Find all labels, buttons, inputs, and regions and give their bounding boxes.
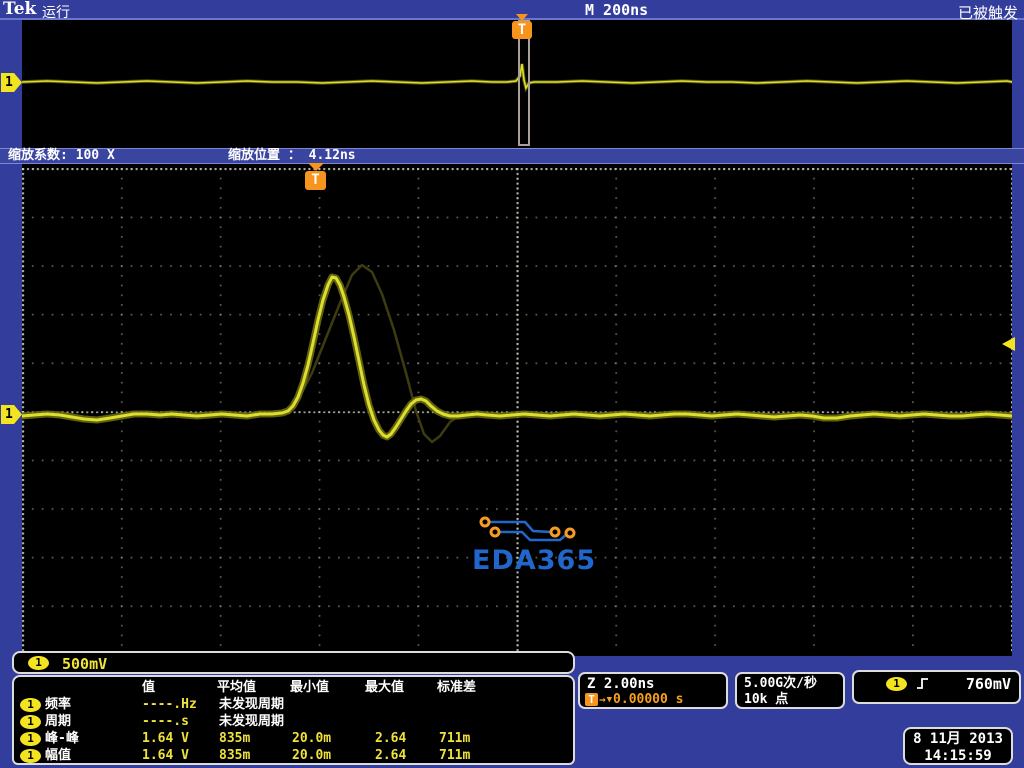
zoom-timebase-readout[interactable]: Z 2.00ns T → ▼ 0.00000 s xyxy=(578,672,728,709)
measurement-min: 20.0m xyxy=(292,748,332,763)
main-timebase-readout: M 200ns xyxy=(585,1,649,19)
oscilloscope-screen: Tek 运行 M 200ns 已被触发 T 1 缩放系数: 100 X 缩放位置… xyxy=(0,0,1024,768)
time-value: 14:15:59 xyxy=(924,748,992,764)
measurement-stddev: 711m xyxy=(439,748,471,763)
measurement-name: 幅值 xyxy=(45,748,72,763)
measurement-row-pkpk: 1 峰-峰 1.64 V 835m 20.0m 2.64 711m xyxy=(14,731,573,747)
zoom-trigger-marker[interactable]: T xyxy=(305,163,326,190)
trigger-triangle-icon xyxy=(307,163,324,171)
date-value: 8 11月 2013 xyxy=(913,731,1003,747)
measurement-min: 20.0m xyxy=(292,731,332,746)
col-header-stddev: 标准差 xyxy=(437,680,477,695)
measurement-name: 峰-峰 xyxy=(45,731,79,746)
measurement-value: ----.Hz xyxy=(142,697,197,712)
zoom-scale-value: Z 2.00ns xyxy=(587,676,655,692)
measurement-max: 2.64 xyxy=(375,748,407,763)
triangle-down-icon: ▼ xyxy=(606,694,613,705)
overview-trace xyxy=(22,63,1012,93)
trigger-level-arrow-icon[interactable] xyxy=(1002,337,1015,351)
measurement-panel: 值 平均值 最小值 最大值 标准差 1 频率 ----.Hz 未发现周期 1 周… xyxy=(12,675,575,765)
measurement-value: ----.s xyxy=(142,714,189,729)
record-length-value: 10k 点 xyxy=(744,692,789,707)
channel1-badge: 1 xyxy=(20,732,41,746)
trigger-t-icon: T xyxy=(305,171,326,190)
zoom-waveform-area: EDA365 xyxy=(22,164,1012,656)
zoom-factor-readout: 缩放系数: 100 X xyxy=(8,148,115,163)
measurement-header-row: 值 平均值 最小值 最大值 标准差 xyxy=(14,680,573,696)
channel1-trace xyxy=(22,273,1012,441)
channel1-badge: 1 xyxy=(28,656,49,670)
measurement-stddev: 711m xyxy=(439,731,471,746)
measurement-note: 未发现周期 xyxy=(219,714,285,729)
trigger-triangle-icon xyxy=(516,14,528,21)
horizontal-position-value: 0.00000 s xyxy=(613,692,684,707)
sample-rate-value: 5.00G次/秒 xyxy=(744,676,817,691)
arrow-right-icon: → xyxy=(599,693,606,706)
channel1-badge: 1 xyxy=(20,698,41,712)
overview-waveform-area xyxy=(22,20,1012,148)
measurement-name: 频率 xyxy=(45,697,72,712)
trigger-t-icon: T xyxy=(512,21,532,39)
acquisition-run-status: 运行 xyxy=(42,5,70,21)
zoom-info-bar: 缩放系数: 100 X 缩放位置 ： 4.12ns xyxy=(0,148,1024,164)
measurement-note: 未发现周期 xyxy=(219,697,285,712)
col-header-max: 最大值 xyxy=(365,680,405,695)
brand-logo: Tek xyxy=(3,0,37,19)
measurement-mean: 835m xyxy=(219,748,251,763)
zoom-position-readout: 缩放位置 ： 4.12ns xyxy=(228,148,356,163)
col-header-value: 值 xyxy=(142,680,156,695)
measurement-row-period: 1 周期 ----.s 未发现周期 xyxy=(14,714,573,730)
channel1-badge: 1 xyxy=(20,715,41,729)
measurement-max: 2.64 xyxy=(375,731,407,746)
trigger-readout[interactable]: 1 760mV xyxy=(852,670,1021,704)
measurement-value: 1.64 V xyxy=(142,748,189,763)
measurement-value: 1.64 V xyxy=(142,731,189,746)
acquisition-readout[interactable]: 5.00G次/秒 10k 点 xyxy=(735,672,845,709)
trigger-level-value: 760mV xyxy=(965,675,1011,693)
measurement-mean: 835m xyxy=(219,731,251,746)
col-header-min: 最小值 xyxy=(290,680,330,695)
trigger-source-badge: 1 xyxy=(886,677,907,691)
measurement-row-amplitude: 1 幅值 1.64 V 835m 20.0m 2.64 711m xyxy=(14,748,573,764)
overview-channel1-marker[interactable]: 1 xyxy=(1,73,22,92)
channel1-scale-value: 500mV xyxy=(62,655,108,673)
channel1-badge: 1 xyxy=(20,749,41,763)
measurement-row-frequency: 1 频率 ----.Hz 未发现周期 xyxy=(14,697,573,713)
datetime-readout[interactable]: 8 11月 2013 14:15:59 xyxy=(903,727,1013,765)
col-header-mean: 平均值 xyxy=(217,680,257,695)
channel1-scale-readout[interactable]: 1 500mV xyxy=(12,651,575,674)
measurement-name: 周期 xyxy=(45,714,72,729)
overview-trigger-marker[interactable]: T xyxy=(512,14,532,39)
channel1-ground-marker[interactable]: 1 xyxy=(1,405,22,424)
horizontal-position-readout: T → ▼ 0.00000 s xyxy=(585,692,684,707)
trigger-t-icon: T xyxy=(585,693,598,706)
rising-edge-icon xyxy=(917,678,928,689)
